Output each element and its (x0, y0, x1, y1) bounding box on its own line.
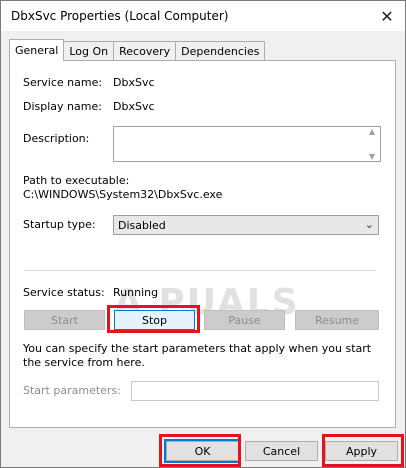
tab-general[interactable]: General (9, 39, 65, 61)
description-field[interactable]: ▲ ▼ (113, 126, 381, 162)
apply-highlight-box (322, 434, 404, 467)
title-bar: DbxSvc Properties (Local Computer) ✕ (1, 1, 405, 31)
start-params-info: You can specify the start parameters tha… (23, 342, 372, 369)
ok-highlight-box (159, 434, 241, 467)
divider (24, 270, 376, 271)
description-label: Description: (23, 132, 90, 145)
service-status-label: Service status: (23, 286, 105, 299)
scroll-up-icon[interactable]: ▲ (369, 127, 375, 136)
scroll-down-icon[interactable]: ▼ (369, 152, 375, 161)
display-name-value: DbxSvc (113, 100, 155, 113)
startup-type-select[interactable]: Disabled ⌄ (113, 215, 379, 235)
start-params-input[interactable] (131, 381, 379, 401)
pause-button[interactable]: Pause (204, 310, 285, 330)
tab-recovery[interactable]: Recovery (113, 41, 177, 61)
path-value: C:\WINDOWS\System32\DbxSvc.exe (23, 188, 223, 201)
service-name-value: DbxSvc (113, 76, 155, 89)
description-scrollbar[interactable]: ▲ ▼ (364, 127, 380, 161)
start-button[interactable]: Start (24, 310, 105, 330)
display-name-label: Display name: (23, 100, 102, 113)
stop-highlight-box (107, 305, 200, 333)
properties-dialog: DbxSvc Properties (Local Computer) ✕ Gen… (0, 0, 406, 468)
resume-button[interactable]: Resume (295, 310, 379, 330)
window-title: DbxSvc Properties (Local Computer) (11, 9, 229, 23)
close-icon[interactable]: ✕ (375, 5, 399, 27)
chevron-down-icon: ⌄ (364, 218, 374, 231)
service-status-value: Running (113, 286, 159, 299)
cancel-button[interactable]: Cancel (245, 441, 318, 461)
tab-log-on[interactable]: Log On (63, 41, 115, 61)
path-label: Path to executable: (23, 174, 130, 187)
start-params-label: Start parameters: (23, 384, 121, 397)
startup-type-value: Disabled (118, 218, 166, 232)
tab-strip: General Log On Recovery Dependencies (9, 39, 266, 61)
general-panel: Service name: DbxSvc Display name: DbxSv… (9, 60, 396, 428)
tab-dependencies[interactable]: Dependencies (175, 41, 266, 61)
startup-type-label: Startup type: (23, 218, 96, 231)
service-name-label: Service name: (23, 76, 103, 89)
